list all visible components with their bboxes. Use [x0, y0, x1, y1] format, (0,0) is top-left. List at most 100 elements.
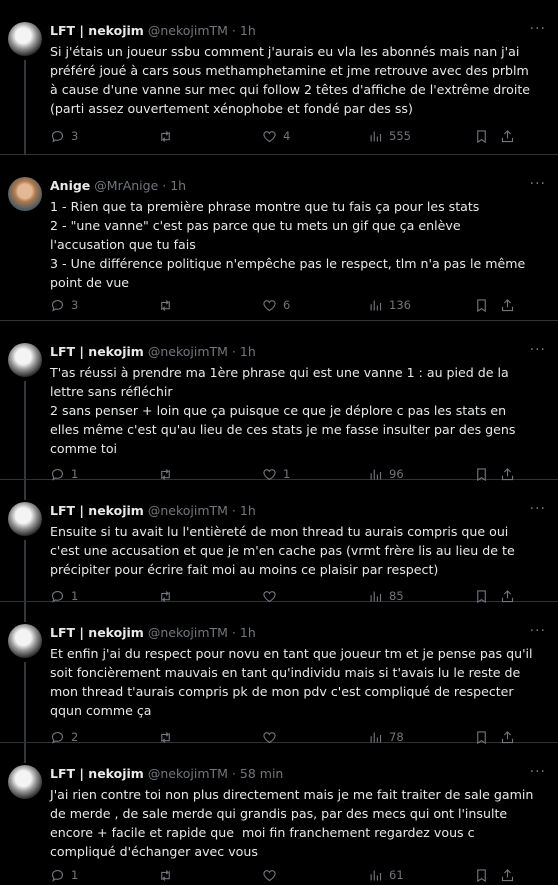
like-button[interactable] [262, 865, 283, 885]
author-name[interactable]: LFT | nekojim [50, 344, 144, 359]
tweet[interactable]: LFT | nekojim @nekojimTM · 58 min ··· J'… [0, 743, 558, 882]
retweet-icon [161, 299, 170, 311]
reply-count: 3 [71, 129, 79, 143]
views-count: 96 [389, 467, 404, 481]
retweet-icon [161, 869, 170, 881]
reply-button[interactable]: 3 [50, 126, 78, 146]
author-handle[interactable]: @nekojimTM [148, 344, 228, 359]
avatar[interactable] [8, 765, 42, 799]
views-count: 555 [389, 129, 411, 143]
retweet-button[interactable] [158, 126, 179, 146]
like-button[interactable]: 4 [262, 126, 290, 146]
views-button[interactable]: 555 [368, 126, 411, 146]
more-options-icon[interactable]: ··· [530, 20, 546, 38]
tweet-text: Ensuite si tu avait lu l'entièreté de mo… [50, 524, 515, 577]
tweet-feed: LFT | nekojim @nekojimTM · 1h ··· Si j'é… [0, 0, 558, 882]
thread-line-top [24, 602, 26, 622]
thread-line [24, 381, 26, 480]
more-options-icon[interactable]: ··· [530, 500, 546, 518]
share-button[interactable] [500, 865, 515, 885]
author-handle[interactable]: @nekojimTM [148, 625, 228, 640]
author-handle[interactable]: @MrAnige [94, 178, 158, 193]
reply-button[interactable]: 1 [50, 865, 78, 885]
timestamp[interactable]: 1h [240, 625, 256, 640]
views-button[interactable]: 136 [368, 295, 411, 315]
retweet-button[interactable] [158, 865, 179, 885]
separator-dot: · [231, 23, 236, 38]
heart-icon [263, 869, 276, 881]
avatar[interactable] [8, 502, 42, 536]
tweet[interactable]: LFT | nekojim @nekojimTM · 1h ··· T'as r… [0, 321, 558, 481]
bookmark-button[interactable] [474, 865, 489, 885]
heart-icon [263, 299, 276, 311]
more-options-icon[interactable]: ··· [530, 175, 546, 193]
views-icon [370, 131, 382, 141]
timestamp[interactable]: 58 min [240, 766, 283, 781]
thread-line-top [24, 480, 26, 500]
heart-icon [263, 130, 276, 142]
share-icon [501, 868, 514, 881]
author-handle[interactable]: @nekojimTM [148, 503, 228, 518]
like-count: 4 [283, 129, 291, 143]
avatar[interactable] [8, 343, 42, 377]
reply-button[interactable]: 3 [50, 295, 78, 315]
more-options-icon[interactable]: ··· [530, 341, 546, 359]
avatar[interactable] [8, 624, 42, 658]
thread-line [24, 540, 26, 602]
separator-dot: · [231, 766, 236, 781]
tweet-text: Et enfin j'ai du respect pour novu en ta… [50, 646, 533, 718]
retweet-button[interactable] [158, 295, 179, 315]
separator-dot: · [231, 503, 236, 518]
author-name[interactable]: LFT | nekojim [50, 23, 144, 38]
bookmark-button[interactable] [474, 126, 489, 146]
like-count: 1 [283, 467, 291, 481]
author-name[interactable]: Anige [50, 178, 90, 193]
timestamp[interactable]: 1h [240, 23, 256, 38]
more-options-icon[interactable]: ··· [530, 622, 546, 640]
reply-icon [51, 869, 64, 882]
tweet[interactable]: Anige @MrAnige · 1h ··· 1 - Rien que ta … [0, 155, 558, 321]
bookmark-icon [477, 298, 486, 312]
tweet-text: 1 - Rien que ta première phrase montre q… [50, 199, 526, 290]
tweet[interactable]: LFT | nekojim @nekojimTM · 1h ··· Ensuit… [0, 480, 558, 603]
views-count: 85 [389, 589, 404, 603]
timestamp[interactable]: 1h [240, 344, 256, 359]
like-count: 6 [283, 298, 291, 312]
share-icon [501, 129, 514, 142]
tweet[interactable]: LFT | nekojim @nekojimTM · 1h ··· Si j'é… [0, 0, 558, 155]
avatar[interactable] [8, 177, 42, 211]
bookmark-button[interactable] [474, 295, 489, 315]
thread-line [24, 60, 26, 155]
views-icon [370, 870, 382, 880]
author-name[interactable]: LFT | nekojim [50, 503, 144, 518]
timestamp[interactable]: 1h [240, 503, 256, 518]
views-icon [370, 300, 382, 310]
share-button[interactable] [500, 126, 515, 146]
tweet-text: Si j'étais un joueur ssbu comment j'aura… [50, 44, 531, 116]
separator-dot: · [231, 625, 236, 640]
thread-line-top [24, 743, 26, 763]
more-options-icon[interactable]: ··· [530, 763, 546, 781]
thread-line [24, 662, 26, 743]
share-button[interactable] [500, 295, 515, 315]
views-button[interactable]: 61 [368, 865, 404, 885]
avatar[interactable] [8, 22, 42, 56]
tweet[interactable]: LFT | nekojim @nekojimTM · 1h ··· Et enf… [0, 602, 558, 744]
views-count: 78 [389, 730, 404, 744]
author-handle[interactable]: @nekojimTM [148, 766, 228, 781]
tweet-text: T'as réussi à prendre ma 1ère phrase qui… [50, 365, 516, 456]
author-name[interactable]: LFT | nekojim [50, 625, 144, 640]
timestamp[interactable]: 1h [170, 178, 186, 193]
reply-count: 1 [71, 868, 79, 882]
like-button[interactable]: 6 [262, 295, 290, 315]
views-count: 136 [389, 298, 411, 312]
reply-icon [51, 130, 64, 143]
reply-count: 2 [71, 730, 79, 744]
reply-count: 1 [71, 589, 79, 603]
reply-count: 3 [71, 298, 79, 312]
bookmark-icon [477, 868, 486, 882]
reply-icon [51, 299, 64, 312]
author-handle[interactable]: @nekojimTM [148, 23, 228, 38]
author-name[interactable]: LFT | nekojim [50, 766, 144, 781]
separator-dot: · [231, 344, 236, 359]
